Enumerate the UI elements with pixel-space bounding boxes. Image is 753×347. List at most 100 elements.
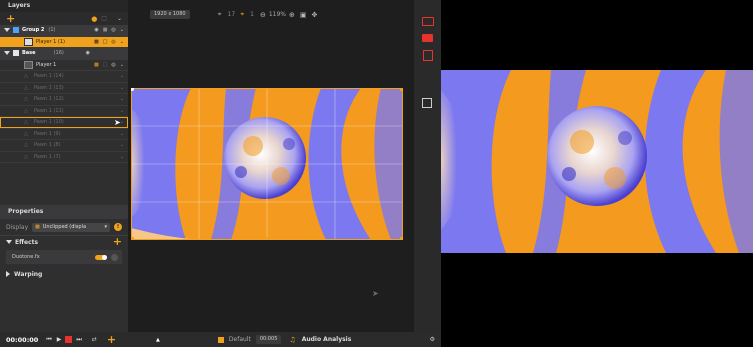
- layer-row-pawn-11[interactable]: △ Pawn 1 (11) ⌄: [0, 106, 128, 117]
- chevron-down-icon[interactable]: ⌄: [120, 73, 124, 79]
- play-icon[interactable]: ▶: [57, 336, 62, 343]
- group-layer-icon[interactable]: ●: [91, 15, 97, 23]
- effect-item-duotone[interactable]: Duotone.fx: [6, 250, 122, 264]
- layer-row-group-2[interactable]: Group 2 (1) ◉ ■ ◎ ⌄: [0, 25, 128, 37]
- layer-row-pawn-9[interactable]: △ Pawn 1 (9) ⌄: [0, 129, 128, 140]
- expand-icon: [6, 271, 10, 277]
- visibility-eye-icon[interactable]: ◎: [111, 27, 115, 33]
- output-fill-icon[interactable]: [422, 34, 433, 42]
- output-add-icon[interactable]: [423, 50, 433, 61]
- shuffle-icon[interactable]: ⇄: [92, 336, 97, 343]
- canvas-viewport[interactable]: 1920 x 1080 ⌖ 17 ⌖ 1 ⊖ 119% ⊕ ▣ ✥ ➤ ➤: [114, 0, 414, 332]
- effect-name: Duotone.fx: [12, 254, 40, 260]
- skip-forward-icon[interactable]: ⏭: [76, 336, 81, 344]
- panel-collapse-icon[interactable]: ⌄: [117, 15, 122, 22]
- media-icon[interactable]: ▩: [94, 39, 99, 45]
- lock-icon[interactable]: □: [103, 39, 108, 45]
- timeline-mode-icon[interactable]: [217, 336, 224, 343]
- warping-section[interactable]: Warping: [0, 268, 128, 280]
- resolution-button[interactable]: 1920 x 1080: [150, 10, 190, 19]
- layer-row-player-1-1[interactable]: Player 1 (1) ▩ □ ◎ ⌄: [0, 36, 128, 48]
- layer-label: Pawn 1 (7): [34, 153, 61, 160]
- settings-gear-icon[interactable]: ⚙: [430, 336, 435, 343]
- blend-icon[interactable]: ◉: [94, 27, 98, 33]
- audio-icon[interactable]: ♫: [289, 336, 295, 344]
- audio-analysis-label: Audio Analysis: [301, 336, 352, 343]
- grid-icon[interactable]: ⌖: [218, 10, 222, 19]
- pan-icon[interactable]: ✥: [312, 11, 318, 19]
- snap-icon[interactable]: ⌖: [240, 10, 244, 19]
- zoom-out-icon[interactable]: ⊖: [260, 11, 266, 19]
- expand-icon: [6, 240, 12, 244]
- effect-toggle[interactable]: [95, 254, 107, 260]
- grid-value-a: 17: [227, 11, 236, 18]
- chevron-down-icon[interactable]: ⌄: [120, 154, 124, 160]
- layer-label: Pawn 1 (8): [34, 142, 61, 149]
- layer-count: (16): [53, 50, 64, 57]
- effect-settings-icon[interactable]: [111, 253, 118, 261]
- visibility-eye-icon[interactable]: ◎: [111, 62, 115, 68]
- chevron-down-icon[interactable]: ⌄: [120, 62, 124, 68]
- lock-icon[interactable]: □: [103, 62, 108, 68]
- canvas-image[interactable]: [131, 88, 403, 240]
- layer-row-base[interactable]: Base (16) ◉: [0, 48, 128, 60]
- timeline-bar: 00:00:00 ⏮ ▶ ⏭ ⇄ + ▲ Default 00:005 ♫ Au…: [0, 332, 441, 347]
- visibility-eye-icon[interactable]: ◎: [111, 39, 115, 45]
- timeline-handle-icon[interactable]: ▲: [156, 337, 160, 343]
- layer-label: Player 1 (1): [36, 38, 66, 45]
- info-icon[interactable]: !: [114, 223, 122, 231]
- expand-icon[interactable]: [4, 28, 10, 33]
- chevron-down-icon[interactable]: ⌄: [120, 131, 124, 137]
- shape-layer-icon: △: [24, 96, 28, 103]
- layer-row-pawn-10[interactable]: △ Pawn 1 (10) ⌄: [0, 117, 128, 129]
- layer-row-player-1[interactable]: Player 1 ▩ □ ◎ ⌄: [0, 60, 128, 71]
- display-row: Display ▩ Unclipped (displa ▾ !: [0, 219, 128, 235]
- group-color-icon: [13, 50, 19, 57]
- add-layer-icon[interactable]: +: [6, 13, 15, 24]
- frame-value-field[interactable]: 00:005: [255, 335, 282, 344]
- viewport-toolbar: 1920 x 1080 ⌖ 17 ⌖ 1 ⊖ 119% ⊕ ▣ ✥: [128, 8, 414, 21]
- layer-row-pawn-8[interactable]: △ Pawn 1 (8) ⌄: [0, 140, 128, 152]
- zoom-level: 119%: [268, 11, 286, 18]
- layers-panel-title: Layers: [0, 0, 128, 12]
- properties-panel: Properties Display ▩ Unclipped (displa ▾…: [0, 205, 128, 332]
- chevron-down-icon[interactable]: ⌄: [120, 96, 124, 102]
- stop-icon[interactable]: [65, 336, 73, 343]
- zoom-in-icon[interactable]: ⊕: [289, 11, 295, 19]
- add-keyframe-icon[interactable]: +: [107, 334, 116, 345]
- layer-label: Group 2: [22, 27, 45, 34]
- display-mode-icon: ▩: [35, 224, 40, 230]
- delete-layer-icon[interactable]: □: [101, 15, 107, 22]
- blend-icon[interactable]: ◉: [86, 50, 90, 56]
- layer-label: Player 1: [36, 61, 57, 68]
- layer-row-pawn-12[interactable]: △ Pawn 1 (12) ⌄: [0, 94, 128, 106]
- layers-toolbar: + ● □ ⌄: [0, 12, 128, 25]
- display-select[interactable]: ▩ Unclipped (displa ▾: [32, 222, 110, 232]
- effects-section[interactable]: Effects +: [0, 235, 128, 248]
- output-frame-icon[interactable]: [422, 17, 434, 26]
- layer-row-pawn-7[interactable]: △ Pawn 1 (7) ⌄: [0, 152, 128, 163]
- chevron-down-icon: ▾: [104, 224, 107, 230]
- chevron-down-icon[interactable]: ⌄: [120, 108, 124, 114]
- add-effect-icon[interactable]: +: [113, 236, 122, 247]
- effects-label: Effects: [15, 238, 39, 246]
- shape-layer-icon: △: [24, 107, 28, 114]
- preview-output-icon[interactable]: [422, 98, 432, 108]
- layer-row-pawn-13[interactable]: △ Pawn 1 (13) ⌄: [0, 83, 128, 94]
- lock-icon[interactable]: ■: [103, 27, 108, 33]
- layer-row-pawn-14[interactable]: △ Pawn 1 (14) ⌄: [0, 71, 128, 83]
- timecode: 00:00:00: [6, 335, 39, 344]
- shape-layer-icon: △: [24, 130, 28, 137]
- chevron-down-icon[interactable]: ⌄: [120, 39, 124, 45]
- fit-icon[interactable]: ▣: [300, 11, 307, 19]
- expand-icon[interactable]: [4, 51, 10, 56]
- chevron-down-icon[interactable]: ⌄: [120, 142, 124, 148]
- warping-label: Warping: [14, 270, 43, 278]
- skip-back-icon[interactable]: ⏮: [46, 336, 51, 344]
- layer-label: Pawn 1 (13): [34, 84, 64, 91]
- chevron-down-icon[interactable]: ⌄: [120, 27, 124, 33]
- media-icon[interactable]: ▩: [94, 62, 99, 68]
- chevron-down-icon[interactable]: ⌄: [120, 85, 124, 91]
- layer-label: Pawn 1 (11): [34, 107, 64, 114]
- output-preview: [441, 0, 753, 347]
